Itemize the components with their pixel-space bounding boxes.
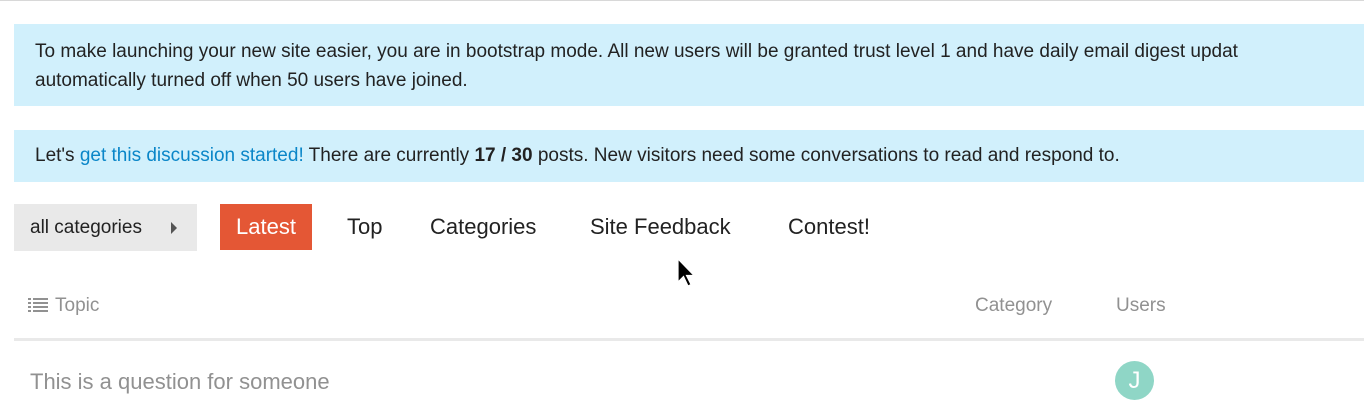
topic-title-link[interactable]: This is a question for someone — [30, 368, 330, 396]
column-header-users[interactable]: Users — [1116, 293, 1166, 319]
get-discussion-started-link[interactable]: get this discussion started! — [80, 145, 304, 166]
discussion-notice-suffix: posts. New visitors need some conversati… — [532, 145, 1120, 166]
column-header-category[interactable]: Category — [975, 293, 1052, 319]
all-categories-dropdown[interactable]: all categories — [14, 204, 197, 251]
category-dropdown-label: all categories — [30, 217, 142, 238]
discussion-notice-prefix: Let's — [35, 145, 80, 166]
bootstrap-notice-line-1: To make launching your new site easier, … — [35, 41, 1238, 62]
bootstrap-notice-line-2: automatically turned off when 50 users h… — [35, 70, 468, 91]
tab-contest[interactable]: Contest! — [788, 204, 870, 250]
caret-right-icon — [171, 222, 177, 234]
header-divider — [14, 338, 1364, 341]
discussion-notice-middle: There are currently — [303, 145, 475, 166]
tab-site-feedback[interactable]: Site Feedback — [590, 204, 731, 250]
column-header-topic[interactable]: Topic — [55, 293, 99, 319]
tab-latest[interactable]: Latest — [220, 204, 312, 250]
tab-top[interactable]: Top — [347, 204, 382, 250]
tab-categories[interactable]: Categories — [430, 204, 536, 250]
mouse-cursor — [677, 258, 696, 287]
post-count: 17 / 30 — [474, 145, 533, 166]
discussion-notice: Let's get this discussion started! There… — [14, 130, 1364, 182]
bootstrap-mode-notice: To make launching your new site easier, … — [14, 24, 1364, 106]
avatar[interactable]: J — [1115, 361, 1154, 400]
top-divider — [0, 0, 1364, 1]
list-icon — [28, 297, 48, 313]
